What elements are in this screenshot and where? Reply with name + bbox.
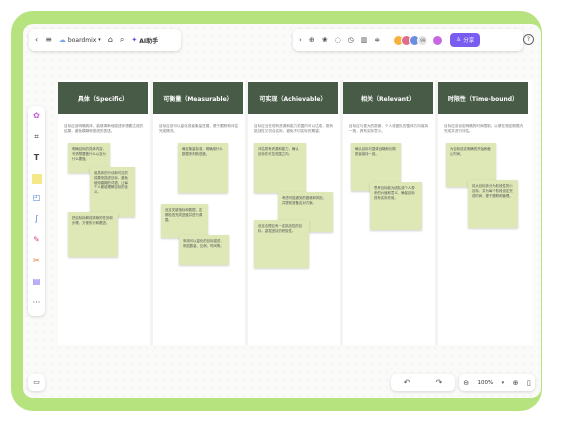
column-relevant: 相关（Relevant） 目标应与更大的愿景、个人或团队的整体方向保持一致，具有… (343, 80, 435, 345)
chart-icon[interactable]: ▥ (361, 36, 368, 44)
sticky-note[interactable]: 确定衡量标准，明确用什么数据来判断进度。 (178, 143, 228, 193)
column-header: 时限性（Time-bound） (438, 82, 528, 114)
add-user-icon: ♙ (456, 37, 462, 43)
column-header: 可衡量（Measurable） (153, 82, 243, 114)
sticky-note[interactable]: 设定关键指标和数据，定期检查完成进度并进行调整。 (161, 204, 208, 238)
collapse-icon[interactable]: › (299, 36, 302, 44)
table-icon[interactable]: ▤ (30, 276, 43, 289)
zoom-out-icon[interactable]: ⊖ (463, 379, 469, 387)
more-avatars-count: 99 (417, 34, 429, 46)
search-icon[interactable]: ⌕ (120, 36, 124, 44)
sticky-note[interactable]: 评估现有资源和能力，确认目标在可控范围之内。 (254, 143, 306, 193)
chevron-down-icon[interactable]: ▾ (502, 380, 505, 386)
timer-icon[interactable]: ◷ (348, 36, 354, 44)
text-icon[interactable]: T (30, 152, 43, 165)
chevron-left-icon[interactable]: ‹ (35, 36, 38, 44)
mindmap-icon[interactable]: ✂ (30, 255, 43, 268)
template-icon[interactable]: ❀ (322, 36, 328, 44)
column-time-bound: 时限性（Time-bound） 目标应该设定明确的时间限制，以便在规定期限内完成… (438, 80, 530, 345)
minimap-button[interactable]: ▭ (28, 374, 45, 391)
smart-goals-board[interactable]: 具体（Specific） 目标应该明确具体，能够清晰地描述你想要达成的结果，避免… (58, 80, 533, 345)
column-description: 目标应当在现有资源和能力范围内可以达成，既有挑战性又切合实际，避免不切实际的期望… (254, 124, 334, 133)
column-header: 具体（Specific） (58, 82, 148, 114)
whiteboard-app: ‹ ≡ ☁ boardmix ▾ ⌂ ⌕ ✦ AI助手 › ⊕ ❀ ◌ ◷ ▥ … (23, 24, 541, 398)
add-circle-icon[interactable]: ⊕ (309, 36, 315, 44)
zoom-toolbar: ⊖ 100% ▾ ⊕ ▯ (459, 374, 535, 391)
zoom-in-icon[interactable]: ⊕ (513, 379, 519, 387)
share-label: 分享 (463, 38, 475, 44)
minimap-icon: ▭ (33, 378, 40, 386)
frame-icon[interactable]: ⌗ (30, 131, 43, 144)
sticky-note[interactable]: 将大目标拆分为阶段性的小目标，并为每个阶段设定完成时间，便于跟踪和管理。 (468, 180, 518, 228)
top-left-toolbar: ‹ ≡ ☁ boardmix ▾ ⌂ ⌕ ✦ AI助手 (29, 29, 181, 51)
sticky-note[interactable]: 设定合理且有一定挑战性的目标，激发团队的积极性。 (254, 220, 309, 268)
column-header: 相关（Relevant） (343, 82, 433, 114)
column-header: 可实现（Achievable） (248, 82, 338, 114)
zoom-level[interactable]: 100% (478, 380, 494, 386)
comment-icon[interactable]: ◌ (335, 36, 341, 44)
current-user-avatar[interactable] (432, 34, 444, 46)
palette-icon[interactable]: ✿ (30, 110, 43, 123)
undo-icon[interactable]: ↶ (404, 378, 411, 387)
sticky-note[interactable]: 采用可以量化的目标描述，例如数量、比例、时间等。 (179, 235, 229, 265)
connector-icon[interactable]: ∫ (30, 213, 43, 226)
brand-dropdown[interactable]: ☁ boardmix ▾ (59, 36, 101, 44)
ai-assistant-button[interactable]: ✦ AI助手 (131, 36, 158, 45)
book-icon[interactable]: ▯ (527, 379, 531, 387)
cloud-icon: ☁ (58, 36, 66, 44)
shape-icon[interactable]: ◰ (30, 192, 43, 205)
brand-name: boardmix (67, 36, 97, 44)
share-button[interactable]: ♙ 分享 (450, 33, 481, 47)
column-achievable: 可实现（Achievable） 目标应当在现有资源和能力范围内可以达成，既有挑战… (248, 80, 340, 345)
hamburger-icon[interactable]: ≡ (45, 36, 52, 44)
redo-icon[interactable]: ↷ (436, 378, 443, 387)
column-description: 目标应该可以量化或者衡量进展，便于跟踪和评估完成情况。 (159, 124, 239, 133)
left-tool-panel: ✿ ⌗ T ◰ ∫ ✎ ✂ ▤ ··· (28, 106, 45, 316)
sticky-note[interactable]: 用具体的行动和可见的成果来描述目标，避免使用模糊的词语，让每个人都能理解目标的含… (90, 167, 135, 217)
column-specific: 具体（Specific） 目标应该明确具体，能够清晰地描述你想要达成的结果，避免… (58, 80, 150, 345)
tag-icon[interactable]: ⌂ (108, 36, 113, 44)
chevron-down-icon: ▾ (98, 37, 101, 43)
ai-label: AI助手 (139, 37, 159, 45)
more-icon[interactable]: ≑ (374, 36, 380, 44)
sticky-note[interactable]: 思考目标能为团队或个人带来的价值和意义，确保目标具有实际作用。 (370, 182, 422, 230)
pen-icon[interactable]: ✎ (30, 234, 43, 247)
ai-icon: ✦ (131, 36, 138, 44)
help-button[interactable]: ? (523, 34, 534, 45)
collaborator-avatars[interactable]: 99 (393, 34, 444, 46)
column-measurable: 可衡量（Measurable） 目标应该可以量化或者衡量进展，便于跟踪和评估完成… (153, 80, 245, 345)
top-right-toolbar: › ⊕ ❀ ◌ ◷ ▥ ≑ 99 ♙ 分享 (293, 29, 523, 51)
history-toolbar: ↶ ↷ (391, 374, 455, 391)
column-description: 目标应该设定明确的时间限制，以便在规定期限内完成并进行评估。 (444, 124, 524, 133)
more-tools-icon[interactable]: ··· (30, 297, 43, 310)
sticky-note[interactable]: 把目标拆解成清晰的任务和步骤，方便执行和跟进。 (68, 212, 118, 257)
column-description: 目标应与更大的愿景、个人或团队的整体方向保持一致，具有实际意义。 (349, 124, 429, 133)
sticky-note-icon[interactable] (31, 174, 42, 184)
column-description: 目标应该明确具体，能够清晰地描述你想要达成的结果，避免模糊和笼统的表述。 (64, 124, 144, 133)
